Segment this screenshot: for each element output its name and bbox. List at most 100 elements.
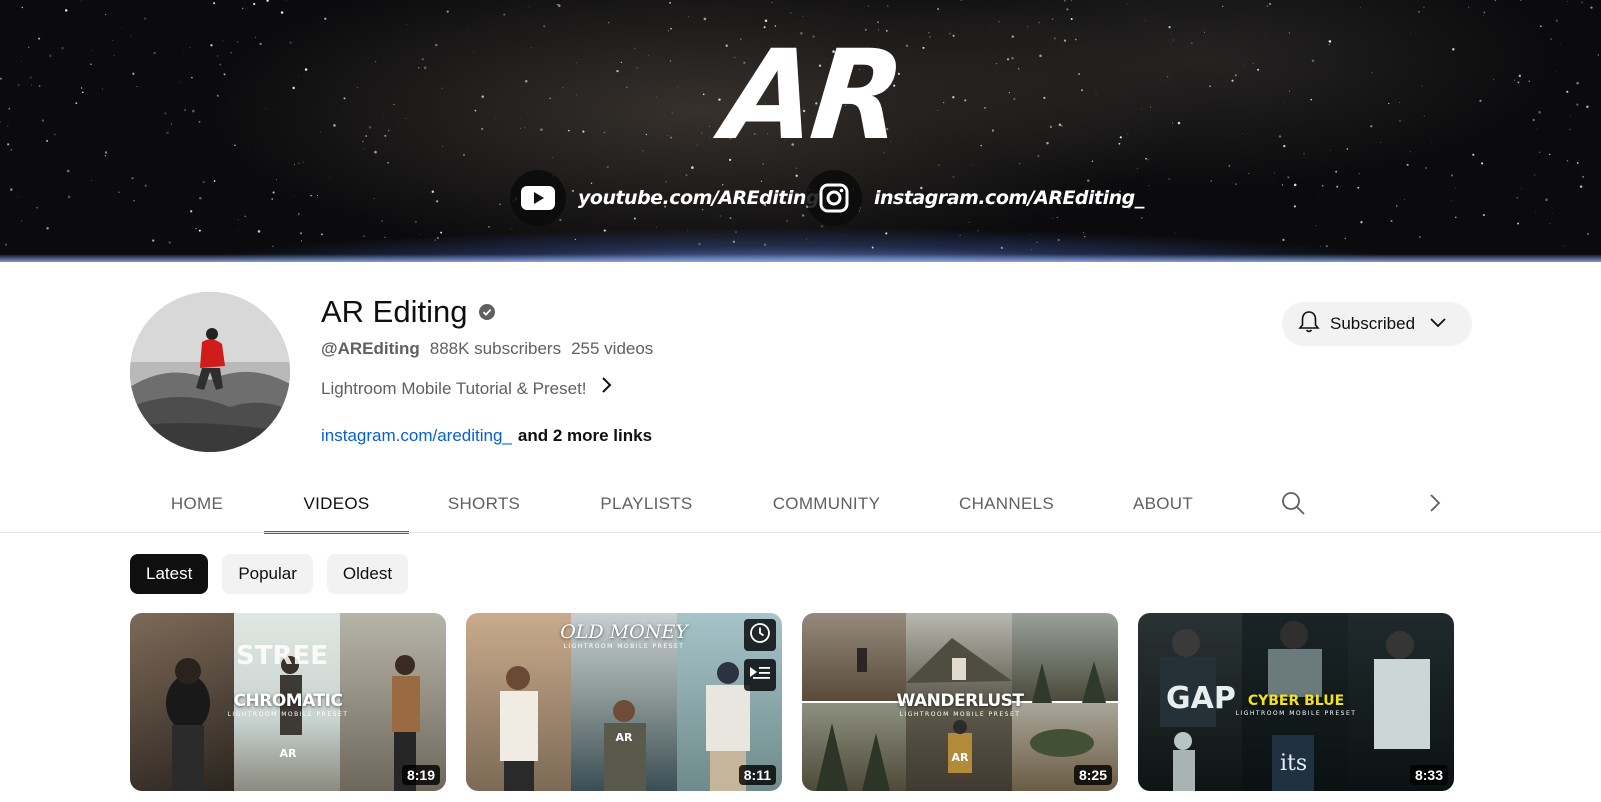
star xyxy=(7,143,10,146)
star xyxy=(1380,141,1382,143)
star xyxy=(1518,74,1522,78)
star xyxy=(436,236,439,240)
star xyxy=(170,123,173,125)
star xyxy=(1344,237,1346,240)
tab-shorts[interactable]: SHORTS xyxy=(409,476,559,532)
star xyxy=(1148,185,1150,187)
star xyxy=(441,87,443,89)
star xyxy=(1303,152,1305,155)
star xyxy=(1534,174,1536,176)
star xyxy=(1039,54,1042,58)
channel-description[interactable]: Lightroom Mobile Tutorial & Preset! xyxy=(321,376,613,401)
video-grid: STREE CHROMATIC LIGHTROOM MOBILE PRESET … xyxy=(130,613,1454,791)
video-duration: 8:11 xyxy=(738,765,776,785)
star xyxy=(709,126,710,127)
video-thumbnail[interactable]: GAP CYBER BLUE LIGHTROOM MOBILE PRESET i… xyxy=(1138,613,1454,791)
star xyxy=(1360,221,1363,224)
star xyxy=(36,207,38,209)
tab-about[interactable]: ABOUT xyxy=(1094,476,1232,532)
more-links[interactable]: and 2 more links xyxy=(518,426,652,445)
star xyxy=(210,44,213,47)
star xyxy=(1360,7,1361,9)
star xyxy=(1074,38,1077,41)
chip-popular[interactable]: Popular xyxy=(222,554,313,594)
star xyxy=(1274,172,1275,174)
star xyxy=(616,69,619,73)
star xyxy=(363,235,365,237)
star xyxy=(435,43,438,47)
star xyxy=(440,231,443,234)
watch-later-button[interactable] xyxy=(744,619,776,651)
star xyxy=(1060,124,1063,127)
star xyxy=(1423,115,1425,117)
star xyxy=(1409,31,1411,33)
star xyxy=(1051,18,1054,20)
star xyxy=(38,85,41,87)
video-thumbnail[interactable]: WANDERLUST LIGHTROOM MOBILE PRESET AR 8:… xyxy=(802,613,1118,791)
star xyxy=(198,120,201,123)
tab-videos[interactable]: VIDEOS xyxy=(264,476,409,534)
star xyxy=(396,120,398,122)
channel-avatar[interactable] xyxy=(130,292,290,452)
video-count: 255 videos xyxy=(571,339,654,358)
chevron-right-icon[interactable] xyxy=(1428,492,1442,519)
star xyxy=(418,234,420,236)
star xyxy=(38,37,41,40)
tab-channels[interactable]: CHANNELS xyxy=(919,476,1094,532)
star xyxy=(463,154,465,156)
star xyxy=(1046,141,1049,145)
tab-community[interactable]: COMMUNITY xyxy=(734,476,919,532)
star xyxy=(244,215,246,218)
chip-oldest[interactable]: Oldest xyxy=(326,554,409,594)
tab-playlists[interactable]: PLAYLISTS xyxy=(559,476,734,532)
star xyxy=(991,24,993,26)
star xyxy=(1371,72,1373,73)
star xyxy=(1287,176,1290,179)
video-thumbnail[interactable]: STREE CHROMATIC LIGHTROOM MOBILE PRESET … xyxy=(130,613,446,791)
star xyxy=(253,2,256,6)
star xyxy=(241,7,244,10)
star xyxy=(53,133,56,136)
star xyxy=(248,149,250,150)
search-icon[interactable] xyxy=(1280,490,1306,521)
star xyxy=(656,96,657,98)
add-to-queue-button[interactable] xyxy=(744,659,776,691)
star xyxy=(164,112,167,115)
channel-links: instagram.com/arediting_ and 2 more links xyxy=(321,424,652,448)
star xyxy=(574,238,577,241)
star xyxy=(928,32,930,34)
star xyxy=(1047,1,1048,3)
star xyxy=(1399,119,1401,122)
star xyxy=(984,107,986,109)
star xyxy=(1582,175,1585,178)
thumbnail-title-art: OLD MONEY xyxy=(560,621,688,643)
video-duration: 8:25 xyxy=(1073,765,1112,785)
thumbnail-subtitle-art: LIGHTROOM MOBILE PRESET xyxy=(899,711,1021,718)
star xyxy=(300,240,303,242)
star xyxy=(937,8,939,10)
star xyxy=(133,200,135,202)
video-thumbnail[interactable]: OLD MONEY LIGHTROOM MOBILE PRESET AR 8:1… xyxy=(466,613,782,791)
star xyxy=(1492,78,1495,80)
chevron-right-icon xyxy=(601,376,613,401)
star xyxy=(530,47,532,49)
star xyxy=(795,167,797,169)
star xyxy=(299,232,303,235)
star xyxy=(1482,214,1485,217)
star xyxy=(426,238,428,240)
star xyxy=(1370,125,1373,128)
star xyxy=(1127,133,1129,135)
star xyxy=(406,24,408,26)
description-text: Lightroom Mobile Tutorial & Preset! xyxy=(321,378,587,398)
star xyxy=(104,155,106,157)
chip-latest[interactable]: Latest xyxy=(130,554,209,594)
instagram-link[interactable]: instagram.com/arediting_ xyxy=(321,426,512,445)
star xyxy=(1396,205,1398,207)
tab-home[interactable]: HOME xyxy=(130,476,264,532)
star xyxy=(703,17,707,21)
star xyxy=(1084,236,1086,238)
subscriber-count: 888K subscribers xyxy=(429,339,562,358)
tabs-divider xyxy=(0,532,1601,533)
youtube-icon xyxy=(510,170,566,226)
subscribed-button[interactable]: Subscribed xyxy=(1282,302,1472,346)
